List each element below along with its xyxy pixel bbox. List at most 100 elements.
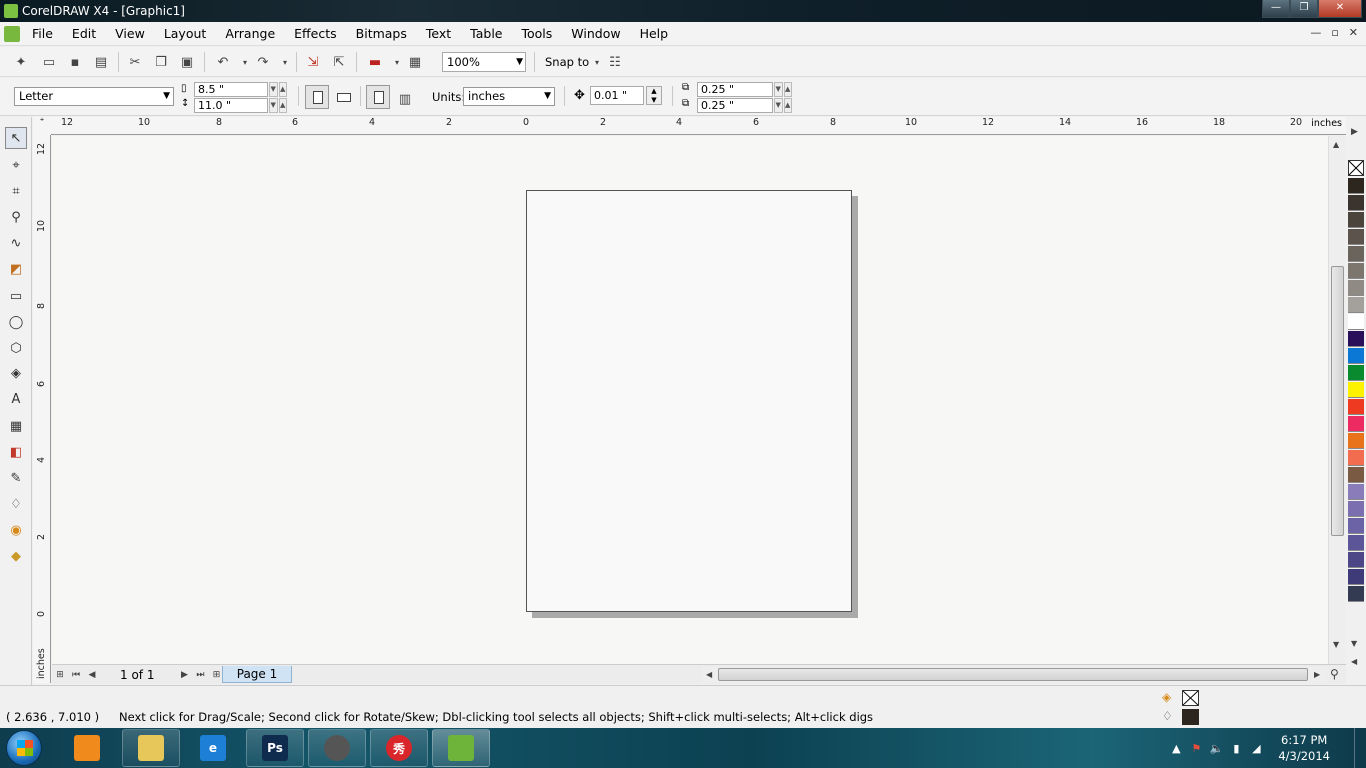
color-swatch[interactable] <box>1348 416 1364 432</box>
taskbar-photoshop[interactable]: Ps <box>246 729 304 767</box>
color-swatch[interactable] <box>1348 212 1364 228</box>
menu-tools[interactable]: Tools <box>521 26 552 41</box>
export-icon[interactable]: ⇱ <box>330 53 348 71</box>
close-button[interactable]: ✕ <box>1318 0 1362 18</box>
maximize-button[interactable]: ❐ <box>1290 0 1318 18</box>
color-swatch[interactable] <box>1348 246 1364 262</box>
units-select[interactable]: inches ▼ <box>463 87 555 106</box>
previous-page-icon[interactable]: ◀ <box>84 670 100 680</box>
zoom-level-select[interactable]: 100% ▼ <box>442 52 526 72</box>
drawing-page[interactable] <box>526 190 852 612</box>
action-center-icon[interactable]: ⚑ <box>1186 742 1206 755</box>
menu-file[interactable]: File <box>32 26 53 41</box>
minimize-button[interactable]: — <box>1262 0 1290 18</box>
color-swatch[interactable] <box>1348 280 1364 296</box>
show-desktop-button[interactable] <box>1354 728 1366 768</box>
color-swatch[interactable] <box>1348 501 1364 517</box>
menu-view[interactable]: View <box>115 26 145 41</box>
last-page-icon[interactable]: ⏭ <box>192 670 208 680</box>
color-swatch[interactable] <box>1348 195 1364 211</box>
interactive-blend-tool-icon[interactable]: ◧ <box>5 441 27 463</box>
first-page-icon[interactable]: ⏮ <box>68 670 84 680</box>
smart-fill-tool-icon[interactable]: ◩ <box>5 258 27 280</box>
scroll-left-icon[interactable]: ◀ <box>706 670 712 679</box>
battery-icon[interactable]: ▮ <box>1226 742 1246 755</box>
palette-flyout-icon[interactable]: ▶ <box>1351 127 1358 137</box>
menu-help[interactable]: Help <box>640 26 669 41</box>
landscape-button[interactable] <box>332 85 356 109</box>
menu-text[interactable]: Text <box>426 26 451 41</box>
application-launcher-icon[interactable]: ▬ <box>366 53 384 71</box>
color-swatch[interactable] <box>1348 552 1364 568</box>
fill-indicator[interactable] <box>1182 690 1199 706</box>
fill-tool-icon[interactable]: ◉ <box>5 519 27 541</box>
doc-minimize-button[interactable]: — <box>1310 26 1321 39</box>
ruler-origin-handle[interactable]: ⁺ <box>33 117 51 135</box>
taskbar-browser[interactable] <box>308 729 366 767</box>
nudge-distance-field[interactable]: 0.01 " <box>590 86 644 105</box>
drawing-canvas[interactable] <box>52 136 1328 664</box>
navigator-zoom-icon[interactable]: ⚲ <box>1330 667 1339 681</box>
horizontal-ruler[interactable]: 12 10 8 6 4 2 0 2 4 6 8 10 12 14 16 18 2… <box>33 117 1346 135</box>
new-icon[interactable]: ✦ <box>12 53 30 71</box>
scroll-up-icon[interactable]: ▲ <box>1333 140 1339 149</box>
clock[interactable]: 6:17 PM 4/3/2014 <box>1278 732 1330 764</box>
paste-icon[interactable]: ▣ <box>178 53 196 71</box>
color-swatch[interactable] <box>1348 178 1364 194</box>
palette-expand-icon[interactable]: ◀ <box>1351 657 1357 666</box>
vertical-scrollbar[interactable]: ▲ ▼ <box>1328 136 1345 664</box>
color-swatch[interactable] <box>1348 331 1364 347</box>
scroll-right-icon[interactable]: ▶ <box>1314 670 1320 679</box>
vertical-scroll-thumb[interactable] <box>1331 266 1344 536</box>
vertical-ruler[interactable]: 12 10 8 6 4 2 0 inches <box>33 135 51 683</box>
color-swatch[interactable] <box>1348 263 1364 279</box>
taskbar-media-player[interactable] <box>58 729 116 767</box>
current-page-icon[interactable]: ▥ <box>396 90 414 108</box>
doc-restore-button[interactable]: ▫ <box>1331 26 1338 39</box>
show-hidden-icons-icon[interactable]: ▲ <box>1166 742 1186 755</box>
pick-tool-icon[interactable]: ↖ <box>5 127 27 149</box>
start-button[interactable] <box>6 730 42 766</box>
print-icon[interactable]: ▤ <box>92 53 110 71</box>
options-icon[interactable]: ☷ <box>606 53 624 71</box>
text-tool-icon[interactable]: A <box>5 388 27 410</box>
crop-tool-icon[interactable]: ⌗ <box>5 180 27 202</box>
import-icon[interactable]: ⇲ <box>304 53 322 71</box>
duplicate-y-field[interactable]: 0.25 " ▼ ▲ <box>697 98 792 113</box>
taskbar-coreldraw[interactable] <box>432 729 490 767</box>
paper-type-select[interactable]: Letter ▼ <box>14 87 174 106</box>
taskbar-file-explorer[interactable] <box>122 729 180 767</box>
zoom-tool-icon[interactable]: ⚲ <box>5 206 27 228</box>
color-swatch[interactable] <box>1348 433 1364 449</box>
freehand-tool-icon[interactable]: ∿ <box>5 232 27 254</box>
taskbar-internet-explorer[interactable]: e <box>184 729 242 767</box>
outline-indicator[interactable] <box>1182 709 1199 725</box>
color-swatch[interactable] <box>1348 382 1364 398</box>
volume-icon[interactable]: 🔈 <box>1206 742 1226 755</box>
no-fill-swatch[interactable] <box>1348 160 1364 176</box>
menu-effects[interactable]: Effects <box>294 26 337 41</box>
launcher-dropdown-icon[interactable]: ▾ <box>388 53 406 71</box>
eyedropper-tool-icon[interactable]: ✎ <box>5 467 27 489</box>
portrait-button[interactable] <box>305 85 329 109</box>
rectangle-tool-icon[interactable]: ▭ <box>5 285 27 307</box>
welcome-screen-icon[interactable]: ▦ <box>406 53 424 71</box>
color-swatch[interactable] <box>1348 467 1364 483</box>
document-icon[interactable] <box>4 25 20 42</box>
menu-window[interactable]: Window <box>571 26 620 41</box>
all-pages-button[interactable] <box>366 85 390 109</box>
undo-icon[interactable]: ↶ <box>214 53 232 71</box>
taskbar-meitu[interactable]: 秀 <box>370 729 428 767</box>
basic-shapes-tool-icon[interactable]: ◈ <box>5 362 27 384</box>
color-swatch[interactable] <box>1348 297 1364 313</box>
table-tool-icon[interactable]: ▦ <box>5 415 27 437</box>
scroll-down-icon[interactable]: ▼ <box>1333 640 1339 649</box>
snap-to-button[interactable]: Snap to <box>545 55 589 69</box>
menu-arrange[interactable]: Arrange <box>225 26 275 41</box>
page-tab[interactable]: Page 1 <box>222 666 292 683</box>
add-page-before-icon[interactable]: ⊞ <box>52 670 68 680</box>
color-swatch[interactable] <box>1348 535 1364 551</box>
color-swatch[interactable] <box>1348 569 1364 585</box>
network-icon[interactable]: ◢ <box>1246 742 1266 755</box>
ellipse-tool-icon[interactable]: ◯ <box>5 311 27 333</box>
